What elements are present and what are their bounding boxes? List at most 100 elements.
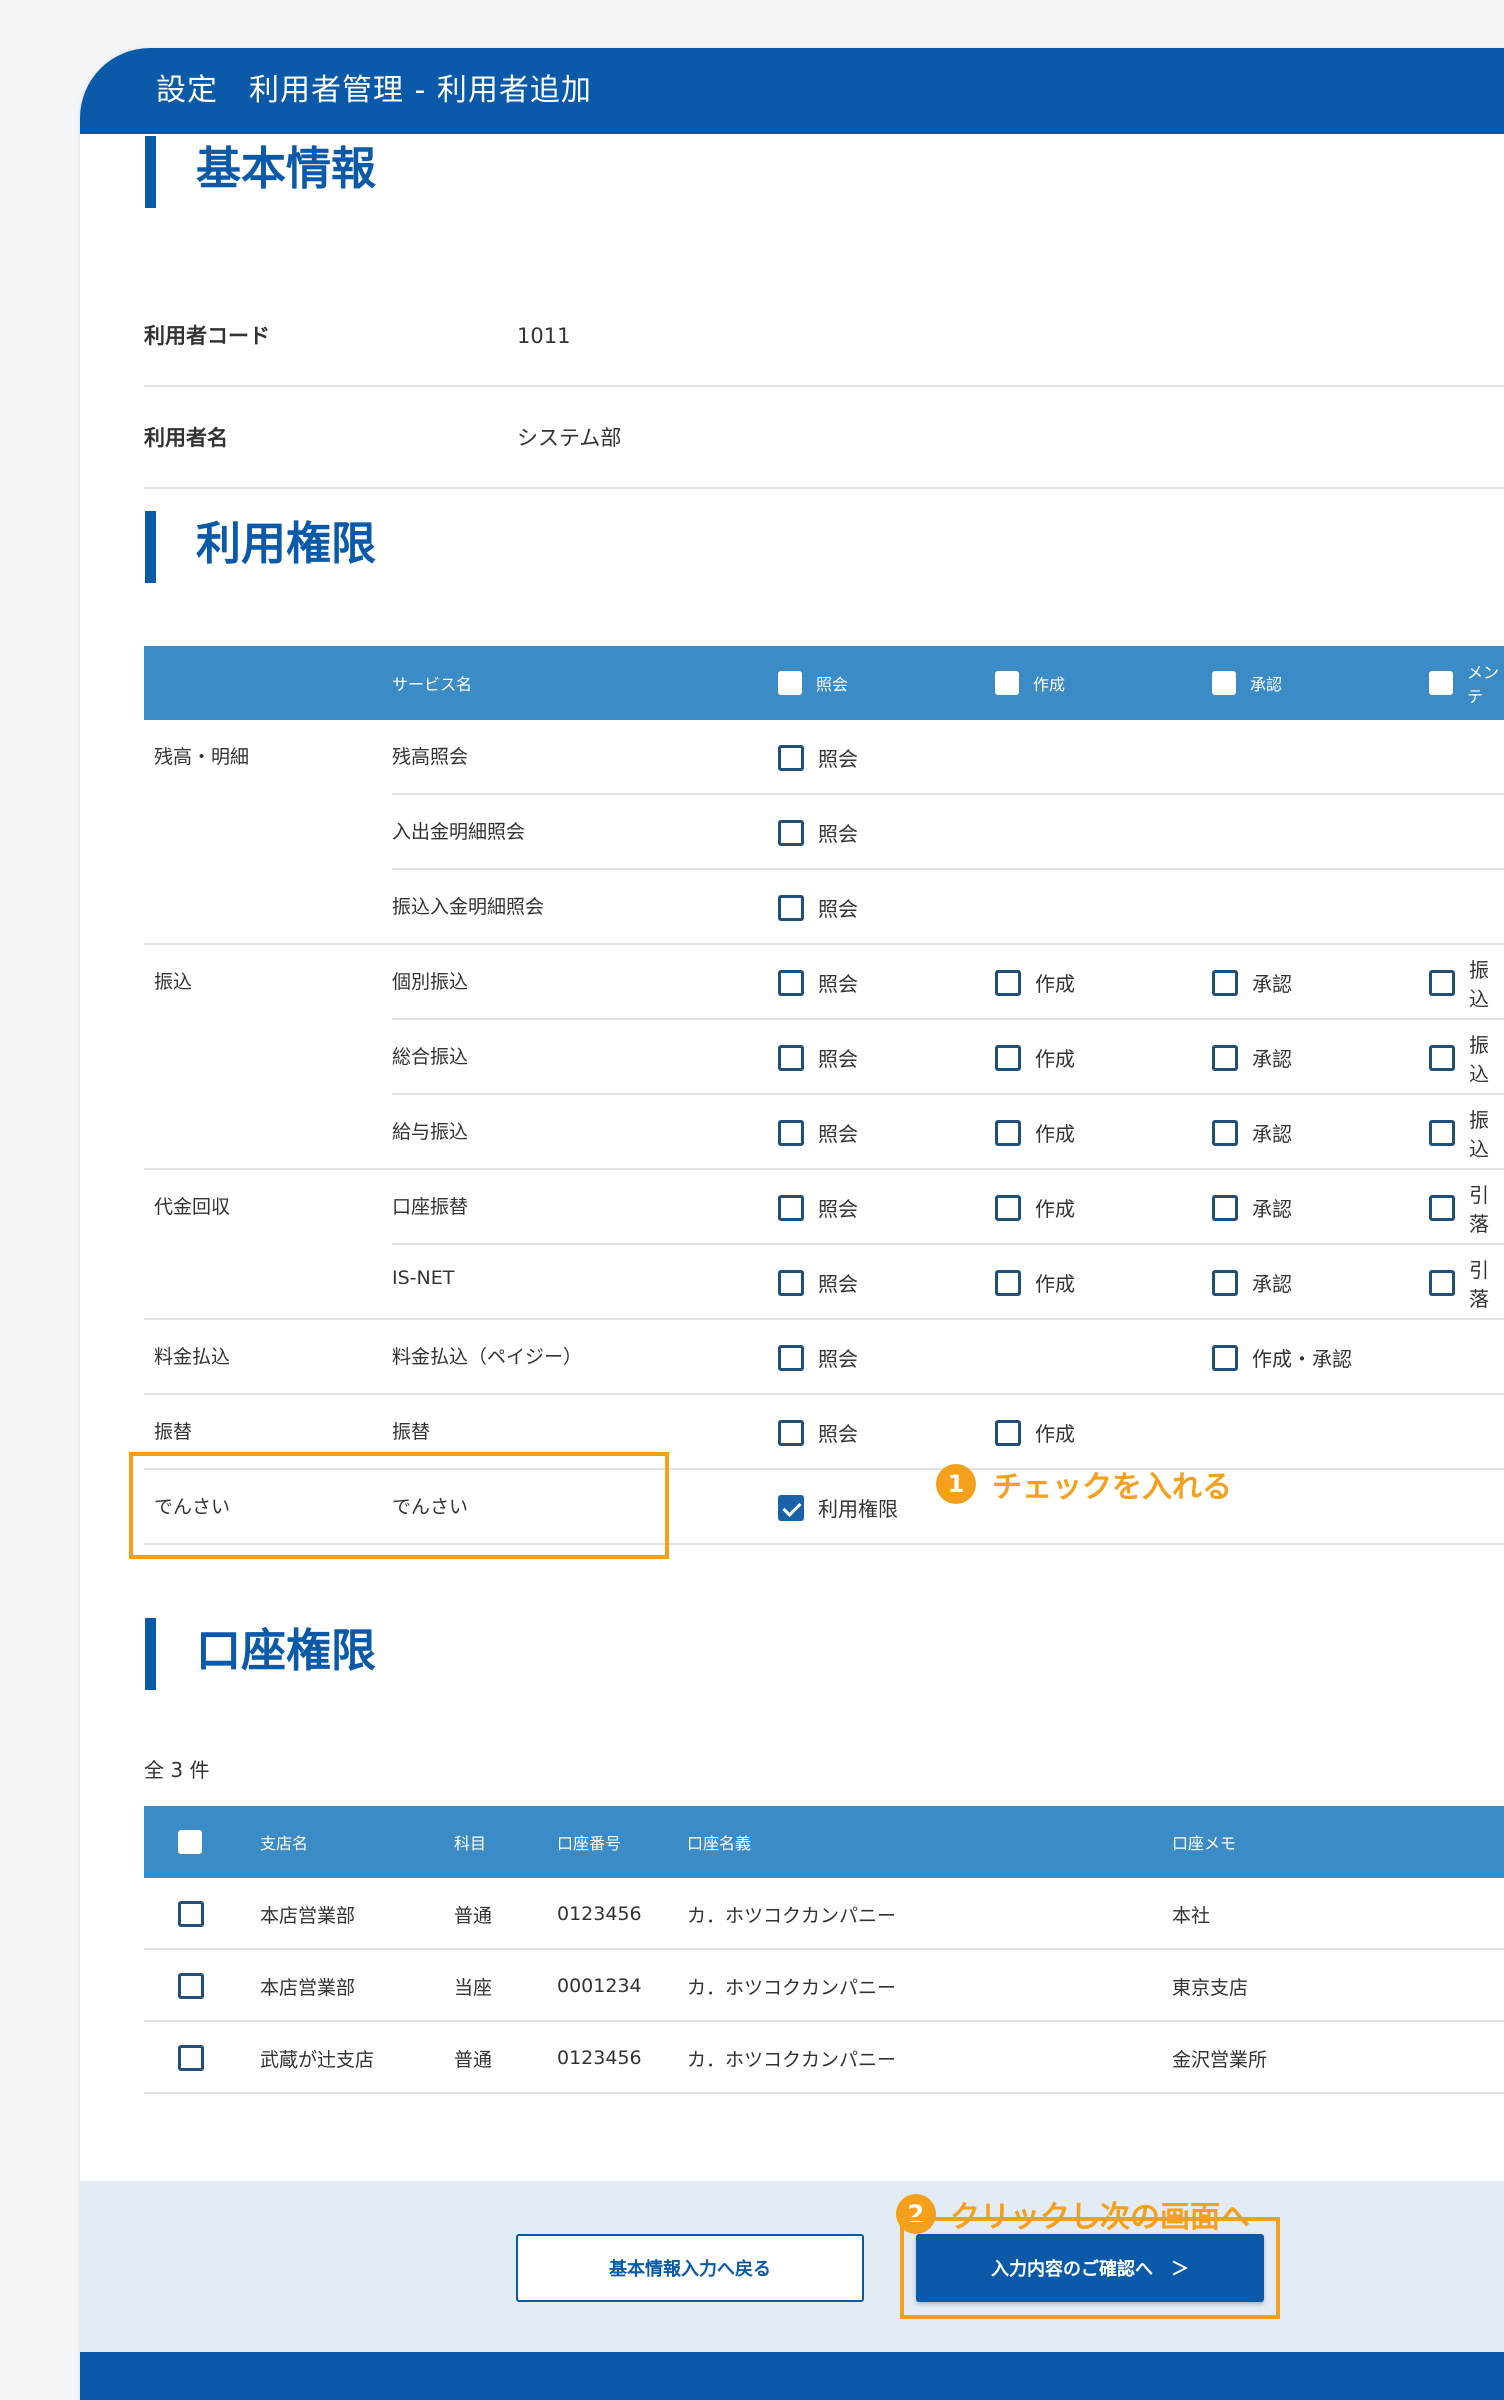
checkbox[interactable] [1212,1269,1238,1296]
perm-category: 振替 [154,1421,193,1443]
checkbox[interactable] [778,1344,804,1371]
perm-option-inquiry[interactable]: 照会 [778,1095,858,1170]
checkbox[interactable] [995,1419,1021,1446]
perm-service: 残高照会 [392,746,469,768]
header-type: 科目 [454,1834,487,1853]
header-inquiry-all[interactable]: 照会 [778,646,848,720]
checkbox[interactable] [1212,969,1238,996]
perm-option-extra[interactable]: 引落 [1429,1170,1504,1245]
perm-option-inquiry[interactable]: 照会 [778,870,858,945]
select-all-checkbox[interactable] [178,1830,202,1854]
checkbox[interactable] [778,819,804,846]
header-create-all[interactable]: 作成 [995,646,1065,720]
checkbox[interactable] [778,744,804,771]
checkbox-checked[interactable] [778,1494,804,1521]
account-select[interactable] [178,1950,218,2022]
perm-option-create[interactable]: 作成 [995,1095,1075,1170]
checkbox[interactable] [1212,1044,1238,1071]
perm-option-create[interactable]: 作成 [995,945,1075,1020]
perm-service: 給与振込 [392,1121,469,1143]
perm-option-create[interactable]: 作成 [995,1020,1075,1095]
account-row: 武蔵が辻支店 普通 0123456 カ．ホツコクカンパニー 金沢営業所 [144,2022,1504,2094]
perm-option-usage-right[interactable]: 利用権限 [778,1470,898,1545]
checkbox[interactable] [1212,1119,1238,1146]
section-title-permission: 利用権限 [145,511,376,583]
perm-row-payeasy: 料金払込 料金払込（ペイジー） 照会 作成・承認 [144,1320,1504,1395]
checkbox[interactable] [778,1119,804,1146]
checkbox[interactable] [778,969,804,996]
perm-option-approve[interactable]: 承認 [1212,1020,1292,1095]
account-number: 0001234 [557,1975,642,1997]
perm-option-inquiry[interactable]: 照会 [778,1170,858,1245]
checkbox[interactable] [995,1119,1021,1146]
create-all-checkbox[interactable] [995,671,1019,695]
checkbox[interactable] [1212,1194,1238,1221]
perm-option-create[interactable]: 作成 [995,1170,1075,1245]
checkbox[interactable] [1429,969,1455,996]
perm-option-inquiry[interactable]: 照会 [778,795,858,870]
perm-option-extra[interactable]: 引落 [1429,1245,1504,1320]
option-label: 引落 [1469,1257,1489,1311]
perm-option-inquiry[interactable]: 照会 [778,1020,858,1095]
checkbox[interactable] [995,1269,1021,1296]
checkbox[interactable] [995,969,1021,996]
checkbox[interactable] [778,1419,804,1446]
checkbox[interactable] [1212,1344,1238,1371]
perm-service: IS-NET [392,1267,455,1289]
perm-option-inquiry[interactable]: 照会 [778,720,858,795]
perm-option-inquiry[interactable]: 照会 [778,945,858,1020]
perm-option-create[interactable]: 作成 [995,1395,1075,1470]
account-row: 本店営業部 普通 0123456 カ．ホツコクカンパニー 本社 [144,1878,1504,1950]
checkbox[interactable] [778,1044,804,1071]
perm-option-extra[interactable]: 振込 [1429,945,1504,1020]
option-label: 照会 [818,1422,858,1446]
perm-option-approve[interactable]: 承認 [1212,1245,1292,1320]
account-select[interactable] [178,2022,218,2094]
account-branch: 本店営業部 [260,1976,356,1999]
back-to-basic-info-button[interactable]: 基本情報入力へ戻る [516,2234,864,2302]
checkbox[interactable] [995,1194,1021,1221]
option-label: 作成 [1035,972,1075,996]
perm-option-inquiry[interactable]: 照会 [778,1320,858,1395]
inquiry-all-checkbox[interactable] [778,671,802,695]
checkbox[interactable] [1429,1044,1455,1071]
checkbox[interactable] [1429,1194,1455,1221]
account-branch: 武蔵が辻支店 [260,2048,375,2071]
option-label: 照会 [818,1347,858,1371]
option-label: 照会 [818,1047,858,1071]
checkbox[interactable] [778,1194,804,1221]
perm-row-transfer-detail: 振込入金明細照会 照会 [144,870,1504,945]
checkbox[interactable] [178,1973,204,1999]
account-count: 全 3 件 [144,1758,210,1782]
checkbox[interactable] [778,1269,804,1296]
perm-option-extra[interactable]: 振込 [1429,1095,1504,1170]
perm-option-approve[interactable]: 承認 [1212,1095,1292,1170]
checkbox[interactable] [1429,1269,1455,1296]
maint-all-checkbox[interactable] [1429,671,1453,695]
checkbox[interactable] [178,1901,204,1927]
perm-option-extra[interactable]: 振込 [1429,1020,1504,1095]
checkbox[interactable] [178,2045,204,2071]
header-approve-all[interactable]: 承認 [1212,646,1282,720]
header-maint-all[interactable]: メンテ [1429,646,1504,720]
account-row: 本店営業部 当座 0001234 カ．ホツコクカンパニー 東京支店 [144,1950,1504,2022]
checkbox[interactable] [778,894,804,921]
header-service-name: サービス名 [392,675,473,694]
approve-all-checkbox[interactable] [1212,671,1236,695]
select-all-accounts[interactable] [178,1806,216,1878]
perm-option-create[interactable]: 作成 [995,1245,1075,1320]
perm-option-inquiry[interactable]: 照会 [778,1245,858,1320]
option-label: 作成 [1035,1272,1075,1296]
perm-option-approve[interactable]: 承認 [1212,1170,1292,1245]
perm-option-create-approve[interactable]: 作成・承認 [1212,1320,1352,1395]
account-select[interactable] [178,1878,218,1950]
perm-row-individual-transfer: 振込 個別振込 照会 作成 承認 振込 [144,945,1504,1020]
checkbox[interactable] [995,1044,1021,1071]
option-label: 照会 [818,1272,858,1296]
checkbox[interactable] [1429,1119,1455,1146]
perm-option-inquiry[interactable]: 照会 [778,1395,858,1470]
option-label: 作成 [1035,1047,1075,1071]
annotation-1-text: チェックを入れる [992,1470,1232,1505]
perm-option-approve[interactable]: 承認 [1212,945,1292,1020]
option-label: 照会 [818,897,858,921]
